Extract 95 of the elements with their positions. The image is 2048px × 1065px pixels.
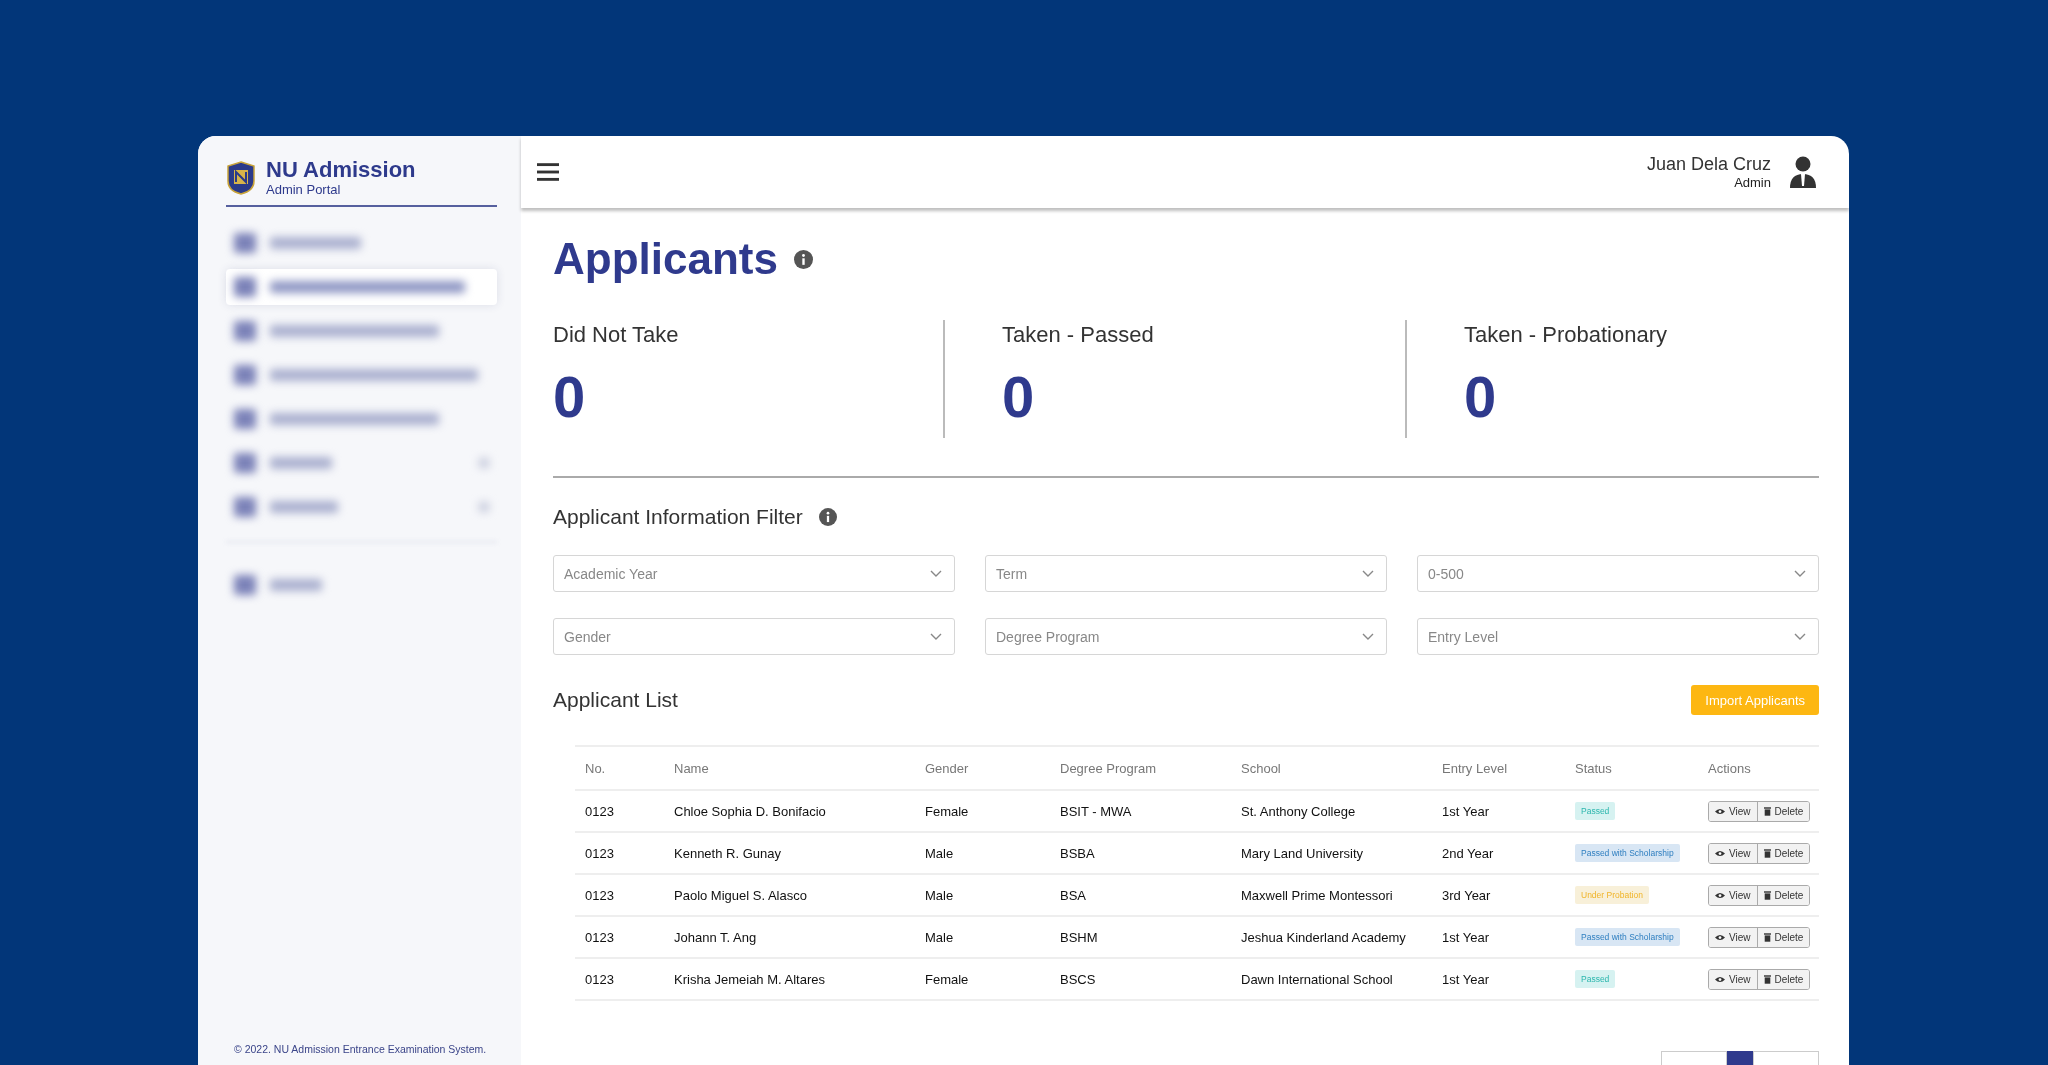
chevron-down-icon[interactable] xyxy=(1794,632,1806,641)
status-badge: Passed with Scholarship xyxy=(1575,928,1680,946)
table-cell: Kenneth R. Gunay xyxy=(664,832,915,874)
brand-subtitle: Admin Portal xyxy=(266,182,342,198)
stat-label: Taken - Probationary xyxy=(1464,322,1668,348)
delete-button[interactable]: Delete xyxy=(1756,969,1810,989)
chevron-down-icon[interactable] xyxy=(1362,632,1374,641)
chevron-down-icon[interactable] xyxy=(1794,569,1806,578)
table-cell: Female xyxy=(915,790,1050,832)
stat-value: 0 xyxy=(553,368,587,426)
dropdown-field[interactable]: Academic Year xyxy=(553,555,955,592)
table-cell: 1st Year xyxy=(1432,958,1565,1000)
view-button[interactable]: View xyxy=(1709,927,1757,947)
table-cell: 0123 xyxy=(575,916,664,958)
trash-icon xyxy=(1763,890,1771,900)
view-button[interactable]: View xyxy=(1709,801,1757,821)
table-cell: St. Anthony College xyxy=(1231,790,1432,832)
info-icon[interactable] xyxy=(818,508,837,526)
column-header: No. xyxy=(575,746,664,790)
eye-icon xyxy=(1715,891,1725,899)
brand-title: NU Admission xyxy=(266,158,416,183)
dropdown-field[interactable]: 0-500 xyxy=(1417,555,1819,592)
view-button[interactable]: View xyxy=(1709,843,1757,863)
trash-icon xyxy=(1763,806,1771,816)
table-cell: 1st Year xyxy=(1432,790,1565,832)
table-cell: 0123 xyxy=(575,874,664,916)
dropdown-field[interactable]: Gender xyxy=(553,618,955,655)
view-button[interactable]: View xyxy=(1709,969,1757,989)
table-cell: Male xyxy=(915,916,1050,958)
delete-button[interactable]: Delete xyxy=(1756,927,1810,947)
table-cell: BSCS xyxy=(1050,958,1231,1000)
dropdown-field[interactable]: Degree Program xyxy=(985,618,1387,655)
eye-icon xyxy=(1715,849,1725,857)
table-cell: Maxwell Prime Montessori xyxy=(1231,874,1432,916)
stat-label: Did Not Take xyxy=(553,322,680,348)
eye-icon xyxy=(1715,807,1725,815)
column-header: Entry Level xyxy=(1432,746,1565,790)
table-cell: Jeshua Kinderland Academy xyxy=(1231,916,1432,958)
filter-heading: Applicant Information Filter xyxy=(553,505,803,529)
column-header: Name xyxy=(664,746,915,790)
delete-button[interactable]: Delete xyxy=(1756,801,1810,821)
status-badge: Under Probation xyxy=(1575,886,1649,904)
table-cell: Female xyxy=(915,958,1050,1000)
table-cell: Chloe Sophia D. Bonifacio xyxy=(664,790,915,832)
table-cell: BSA xyxy=(1050,874,1231,916)
stat-value: 0 xyxy=(1002,368,1036,426)
column-header: Status xyxy=(1565,746,1698,790)
page-title: Applicants xyxy=(553,234,778,284)
view-button[interactable]: View xyxy=(1709,885,1757,905)
table-cell: Mary Land University xyxy=(1231,832,1432,874)
trash-icon xyxy=(1763,848,1771,858)
table-cell: Johann T. Ang xyxy=(664,916,915,958)
trash-icon xyxy=(1763,974,1771,984)
table-cell: 0123 xyxy=(575,958,664,1000)
menu-icon[interactable] xyxy=(537,163,559,181)
chevron-down-icon[interactable] xyxy=(930,569,942,578)
table-cell: BSIT - MWA xyxy=(1050,790,1231,832)
info-icon[interactable] xyxy=(793,249,813,269)
table-cell: 0123 xyxy=(575,832,664,874)
chevron-down-icon[interactable] xyxy=(1362,569,1374,578)
column-header: Actions xyxy=(1698,746,1819,790)
user-name: Juan Dela Cruz xyxy=(1646,154,1771,175)
delete-button[interactable]: Delete xyxy=(1756,885,1810,905)
eye-icon xyxy=(1715,975,1725,983)
chevron-down-icon[interactable] xyxy=(930,632,942,641)
table-cell: Male xyxy=(915,832,1050,874)
table-cell: Krisha Jemeiah M. Altares xyxy=(664,958,915,1000)
eye-icon xyxy=(1715,933,1725,941)
table-cell: 2nd Year xyxy=(1432,832,1565,874)
column-header: Degree Program xyxy=(1050,746,1231,790)
shield-logo-icon xyxy=(226,160,256,195)
blurred-menu-item[interactable] xyxy=(226,269,497,306)
stat-value: 0 xyxy=(1464,368,1498,426)
table-cell: Dawn International School xyxy=(1231,958,1432,1000)
trash-icon xyxy=(1763,932,1771,942)
dropdown-field[interactable]: Term xyxy=(985,555,1387,592)
user-avatar-icon[interactable] xyxy=(1789,156,1817,188)
table-cell: BSBA xyxy=(1050,832,1231,874)
table-cell: Male xyxy=(915,874,1050,916)
column-header: School xyxy=(1231,746,1432,790)
table-cell: Paolo Miguel S. Alasco xyxy=(664,874,915,916)
table-cell: 3rd Year xyxy=(1432,874,1565,916)
table-cell: 0123 xyxy=(575,790,664,832)
column-header: Gender xyxy=(915,746,1050,790)
dropdown-field[interactable]: Entry Level xyxy=(1417,618,1819,655)
table-cell: 1st Year xyxy=(1432,916,1565,958)
copyright-text: © 2022. NU Admission Entrance Examination System. xyxy=(233,1043,488,1057)
status-badge: Passed with Scholarship xyxy=(1575,844,1680,862)
status-badge: Passed xyxy=(1575,802,1616,820)
stat-label: Taken - Passed xyxy=(1002,322,1155,348)
user-role: Admin xyxy=(1734,175,1771,190)
list-heading: Applicant List xyxy=(553,688,678,712)
delete-button[interactable]: Delete xyxy=(1756,843,1810,863)
table-cell: BSHM xyxy=(1050,916,1231,958)
status-badge: Passed xyxy=(1575,970,1616,988)
